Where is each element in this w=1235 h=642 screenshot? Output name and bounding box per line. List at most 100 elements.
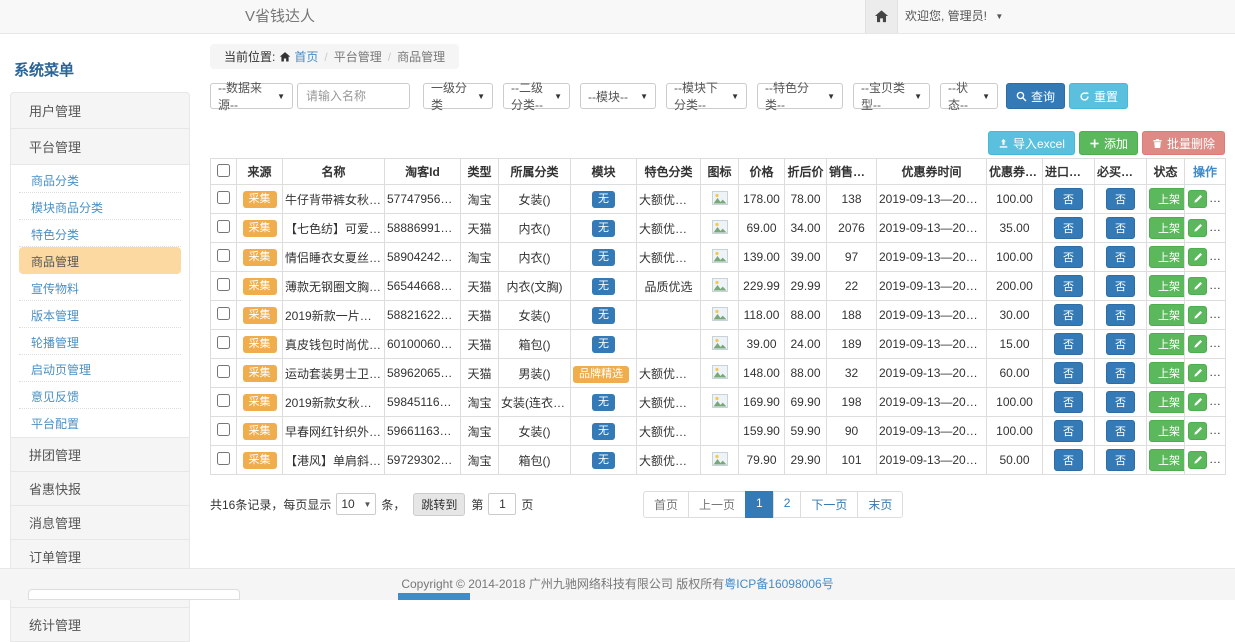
must-buy-toggle[interactable]: 否 xyxy=(1106,362,1135,384)
status-toggle[interactable]: 上架 xyxy=(1149,304,1185,326)
import-optional-toggle[interactable]: 否 xyxy=(1054,188,1083,210)
must-buy-toggle[interactable]: 否 xyxy=(1106,304,1135,326)
search-button[interactable]: 查询 xyxy=(1006,83,1065,109)
must-buy-toggle[interactable]: 否 xyxy=(1106,420,1135,442)
must-buy-toggle[interactable]: 否 xyxy=(1106,217,1135,239)
sidebar-subitem[interactable]: 商品分类 xyxy=(19,166,181,193)
user-menu[interactable]: 欢迎您, 管理员! ▼ xyxy=(905,0,1003,33)
status-toggle[interactable]: 上架 xyxy=(1149,188,1185,210)
edit-button[interactable] xyxy=(1188,190,1207,208)
module-select[interactable]: --模块--▼ xyxy=(580,83,656,109)
page-number-input[interactable] xyxy=(488,493,516,515)
status-toggle[interactable]: 上架 xyxy=(1149,449,1185,471)
import-optional-toggle[interactable]: 否 xyxy=(1054,246,1083,268)
level2-category-select[interactable]: --二级分类--▼ xyxy=(503,83,570,109)
import-optional-toggle[interactable]: 否 xyxy=(1054,449,1083,471)
per-page-select[interactable]: 10▼ xyxy=(336,493,376,515)
breadcrumb-home-link[interactable]: 首页 xyxy=(294,50,318,64)
special-category-select[interactable]: --特色分类--▼ xyxy=(757,83,843,109)
import-optional-toggle[interactable]: 否 xyxy=(1054,391,1083,413)
sidebar-subitem[interactable]: 平台配置 xyxy=(19,409,181,436)
home-button[interactable] xyxy=(865,0,898,33)
edit-button[interactable] xyxy=(1188,219,1207,237)
edit-button[interactable] xyxy=(1188,306,1207,324)
sidebar-group-item[interactable]: 平台管理 xyxy=(10,128,190,165)
item-type-select[interactable]: --宝贝类型--▼ xyxy=(853,83,930,109)
must-buy-toggle[interactable]: 否 xyxy=(1106,391,1135,413)
taoke-id-cell: 565446685867 xyxy=(385,272,461,301)
batch-delete-button[interactable]: 批量删除 xyxy=(1142,131,1225,155)
import-optional-toggle[interactable]: 否 xyxy=(1054,362,1083,384)
sidebar-subitem[interactable]: 启动页管理 xyxy=(19,355,181,382)
row-checkbox[interactable] xyxy=(217,191,230,204)
name-search-input[interactable] xyxy=(297,83,410,109)
sidebar-subitem[interactable]: 特色分类 xyxy=(19,220,181,247)
must-buy-toggle[interactable]: 否 xyxy=(1106,333,1135,355)
status-select[interactable]: --状态--▼ xyxy=(940,83,998,109)
must-buy-toggle[interactable]: 否 xyxy=(1106,188,1135,210)
import-optional-cell: 否 xyxy=(1043,272,1095,301)
icp-link[interactable]: 粤ICP备16098006号 xyxy=(724,577,833,591)
edit-button[interactable] xyxy=(1188,364,1207,382)
level1-category-select[interactable]: 一级分类▼ xyxy=(423,83,493,109)
status-toggle[interactable]: 上架 xyxy=(1149,333,1185,355)
status-toggle[interactable]: 上架 xyxy=(1149,391,1185,413)
row-checkbox[interactable] xyxy=(217,394,230,407)
edit-button[interactable] xyxy=(1188,393,1207,411)
edit-button[interactable] xyxy=(1188,451,1207,469)
jump-button[interactable]: 跳转到 xyxy=(413,493,465,516)
status-toggle[interactable]: 上架 xyxy=(1149,217,1185,239)
add-button[interactable]: 添加 xyxy=(1079,131,1138,155)
sidebar-group-item[interactable]: 消息管理 xyxy=(10,505,190,540)
module-sub-select[interactable]: --模块下分类--▼ xyxy=(666,83,747,109)
sidebar-subitem[interactable]: 轮播管理 xyxy=(19,328,181,355)
reset-button[interactable]: 重置 xyxy=(1069,83,1128,109)
sidebar-subitem[interactable]: 宣传物料 xyxy=(19,274,181,301)
pagination-item[interactable]: 下一页 xyxy=(800,491,858,518)
coupon-time-cell: 2019-09-13—2019-09-17 xyxy=(877,272,987,301)
edit-button[interactable] xyxy=(1188,422,1207,440)
row-select-cell xyxy=(211,243,237,272)
must-buy-toggle[interactable]: 否 xyxy=(1106,275,1135,297)
import-optional-toggle[interactable]: 否 xyxy=(1054,304,1083,326)
sidebar-group-item[interactable]: 拼团管理 xyxy=(10,437,190,472)
sidebar-group-item[interactable]: 统计管理 xyxy=(10,607,190,642)
import-optional-toggle[interactable]: 否 xyxy=(1054,275,1083,297)
sidebar-subitem[interactable]: 模块商品分类 xyxy=(19,193,181,220)
sidebar-subitem[interactable]: 版本管理 xyxy=(19,301,181,328)
sidebar-subitem[interactable]: 商品管理 xyxy=(19,247,181,274)
data-source-select[interactable]: --数据来源--▼ xyxy=(210,83,293,109)
import-optional-toggle[interactable]: 否 xyxy=(1054,333,1083,355)
edit-button[interactable] xyxy=(1188,335,1207,353)
category-cell: 女装() xyxy=(499,417,571,446)
row-checkbox[interactable] xyxy=(217,336,230,349)
sidebar-group-item[interactable]: 用户管理 xyxy=(10,92,190,129)
import-excel-button[interactable]: 导入excel xyxy=(988,131,1075,155)
status-toggle[interactable]: 上架 xyxy=(1149,420,1185,442)
sidebar-subitem[interactable]: 意见反馈 xyxy=(19,382,181,409)
must-buy-cell: 否 xyxy=(1095,243,1147,272)
import-optional-toggle[interactable]: 否 xyxy=(1054,217,1083,239)
row-checkbox[interactable] xyxy=(217,423,230,436)
edit-button[interactable] xyxy=(1188,248,1207,266)
row-checkbox[interactable] xyxy=(217,452,230,465)
status-toggle[interactable]: 上架 xyxy=(1149,275,1185,297)
pagination-item[interactable]: 上一页 xyxy=(688,491,746,518)
sidebar-group-item[interactable]: 省惠快报 xyxy=(10,471,190,506)
must-buy-toggle[interactable]: 否 xyxy=(1106,246,1135,268)
pagination-item[interactable]: 末页 xyxy=(857,491,903,518)
status-toggle[interactable]: 上架 xyxy=(1149,246,1185,268)
row-checkbox[interactable] xyxy=(217,278,230,291)
must-buy-toggle[interactable]: 否 xyxy=(1106,449,1135,471)
row-checkbox[interactable] xyxy=(217,220,230,233)
status-toggle[interactable]: 上架 xyxy=(1149,362,1185,384)
edit-button[interactable] xyxy=(1188,277,1207,295)
row-checkbox[interactable] xyxy=(217,307,230,320)
pagination-item[interactable]: 1 xyxy=(745,491,774,518)
pagination-item[interactable]: 2 xyxy=(773,491,802,518)
select-all-checkbox[interactable] xyxy=(217,164,230,177)
pagination-item[interactable]: 首页 xyxy=(643,491,689,518)
row-checkbox[interactable] xyxy=(217,365,230,378)
row-checkbox[interactable] xyxy=(217,249,230,262)
import-optional-toggle[interactable]: 否 xyxy=(1054,420,1083,442)
